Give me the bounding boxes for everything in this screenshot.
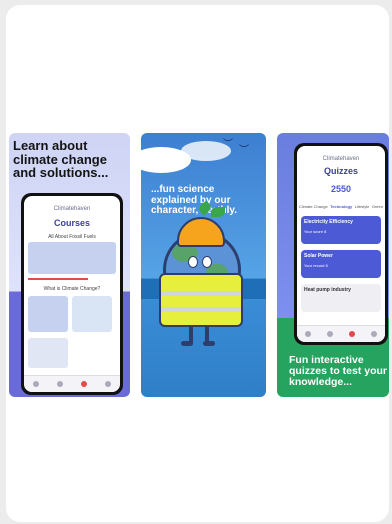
quiz-title: Heat pump industry: [304, 287, 351, 293]
course-section-title: All About Fossil Fuels: [48, 234, 96, 240]
eye: [202, 256, 212, 268]
phone-screen: Climatehaven Courses All About Fossil Fu…: [24, 196, 120, 392]
phone-mockup: Climatehaven Courses All About Fossil Fu…: [21, 193, 123, 395]
course-progress: [28, 278, 88, 280]
bird-icon: ︶: [223, 139, 233, 150]
foot: [181, 341, 193, 346]
quiz-item[interactable]: Solar Power Your record 5: [301, 250, 381, 278]
profile-icon[interactable]: [371, 331, 377, 337]
quiz-title: Electricity Efficiency: [304, 219, 353, 225]
course-section-title: What is Climate Change?: [43, 286, 101, 292]
screenshot-headline: Fun interactive quizzes to test your kno…: [289, 354, 388, 389]
phone-screen: Climatehaven Quizzes 2550 Climate Change…: [297, 146, 385, 342]
safety-vest: [159, 273, 243, 327]
bottom-nav: [24, 375, 120, 392]
screenshot-quizzes[interactable]: Climatehaven Quizzes 2550 Climate Change…: [277, 133, 389, 397]
eye: [188, 256, 198, 268]
quiz-icon[interactable]: [349, 331, 355, 337]
foot: [203, 341, 215, 346]
screenshot-headline: Learn about climate change and solutions…: [13, 138, 109, 181]
screenshot-earthly[interactable]: ︶ ︶ ...fun science explained by our char…: [141, 133, 266, 397]
tab-technology[interactable]: Technology: [330, 204, 352, 209]
courses-icon[interactable]: [327, 331, 333, 337]
course-image[interactable]: [28, 242, 116, 274]
quiz-title: Solar Power: [304, 253, 333, 259]
home-icon[interactable]: [305, 331, 311, 337]
courses-heading: Courses: [53, 218, 90, 228]
home-icon[interactable]: [33, 381, 39, 387]
phone-mockup: Climatehaven Quizzes 2550 Climate Change…: [294, 143, 388, 345]
screenshot-courses[interactable]: Learn about climate change and solutions…: [9, 133, 130, 397]
course-image[interactable]: [72, 296, 112, 332]
quiz-item[interactable]: Electricity Efficiency Your score 8: [301, 216, 381, 244]
bottom-nav: [297, 325, 385, 342]
tab-lifestyle[interactable]: Lifestyle: [355, 204, 370, 209]
reflective-stripe: [161, 291, 241, 296]
quiz-item[interactable]: Heat pump industry: [301, 284, 381, 312]
quiz-score: Your record 5: [304, 263, 328, 268]
quiz-icon[interactable]: [81, 381, 87, 387]
tab-green[interactable]: Green: [372, 204, 383, 209]
app-name: Climatehaven: [53, 206, 91, 212]
quizzes-heading: Quizzes: [323, 166, 358, 176]
quiz-score: Your score 8: [304, 229, 327, 234]
score-counter: 2550: [330, 184, 352, 194]
hard-hat: [177, 217, 225, 247]
quiz-tabs: Climate Change Technology Lifestyle Gree…: [299, 204, 383, 209]
app-name: Climatehaven: [322, 156, 360, 162]
course-image[interactable]: [28, 338, 68, 368]
reflective-stripe: [161, 307, 241, 312]
profile-icon[interactable]: [105, 381, 111, 387]
tab-climate-change[interactable]: Climate Change: [299, 204, 328, 209]
leaf: [211, 207, 225, 217]
app-preview-card: Learn about climate change and solutions…: [6, 5, 389, 522]
bird-icon: ︶: [239, 145, 249, 156]
courses-icon[interactable]: [57, 381, 63, 387]
course-image[interactable]: [28, 296, 68, 332]
